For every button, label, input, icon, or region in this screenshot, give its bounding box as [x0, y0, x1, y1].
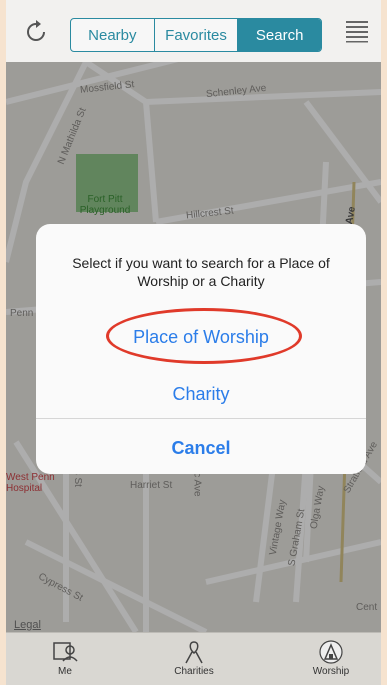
tab-charities[interactable]: Charities	[149, 639, 239, 677]
worship-building-icon	[319, 640, 343, 664]
segment-favorites[interactable]: Favorites	[155, 19, 239, 51]
dialog-message: Select if you want to search for a Place…	[72, 255, 330, 289]
tab-worship[interactable]: Worship	[286, 639, 376, 677]
segment-nearby[interactable]: Nearby	[71, 19, 155, 51]
tab-label: Me	[58, 666, 72, 677]
list-menu-icon[interactable]	[344, 18, 370, 44]
refresh-icon[interactable]	[22, 18, 50, 46]
tab-label: Charities	[174, 666, 214, 677]
cancel-button[interactable]: Cancel	[36, 438, 366, 459]
dialog-divider	[36, 418, 366, 419]
tab-label: Worship	[312, 666, 350, 677]
segment-search[interactable]: Search	[238, 19, 321, 51]
profile-card-icon	[53, 642, 78, 662]
tab-me[interactable]: Me	[20, 639, 110, 677]
place-of-worship-button[interactable]: Place of Worship	[36, 327, 366, 348]
charity-button[interactable]: Charity	[36, 384, 366, 405]
ribbon-icon	[185, 641, 203, 664]
search-type-dialog: Select if you want to search for a Place…	[36, 224, 366, 474]
segmented-control: Nearby Favorites Search	[70, 18, 322, 52]
tab-bar: Me Charities Worship	[6, 632, 381, 685]
phone-screen: Nearby Favorites Search Mossfield St Sch…	[6, 0, 381, 685]
top-bar: Nearby Favorites Search	[6, 0, 381, 63]
